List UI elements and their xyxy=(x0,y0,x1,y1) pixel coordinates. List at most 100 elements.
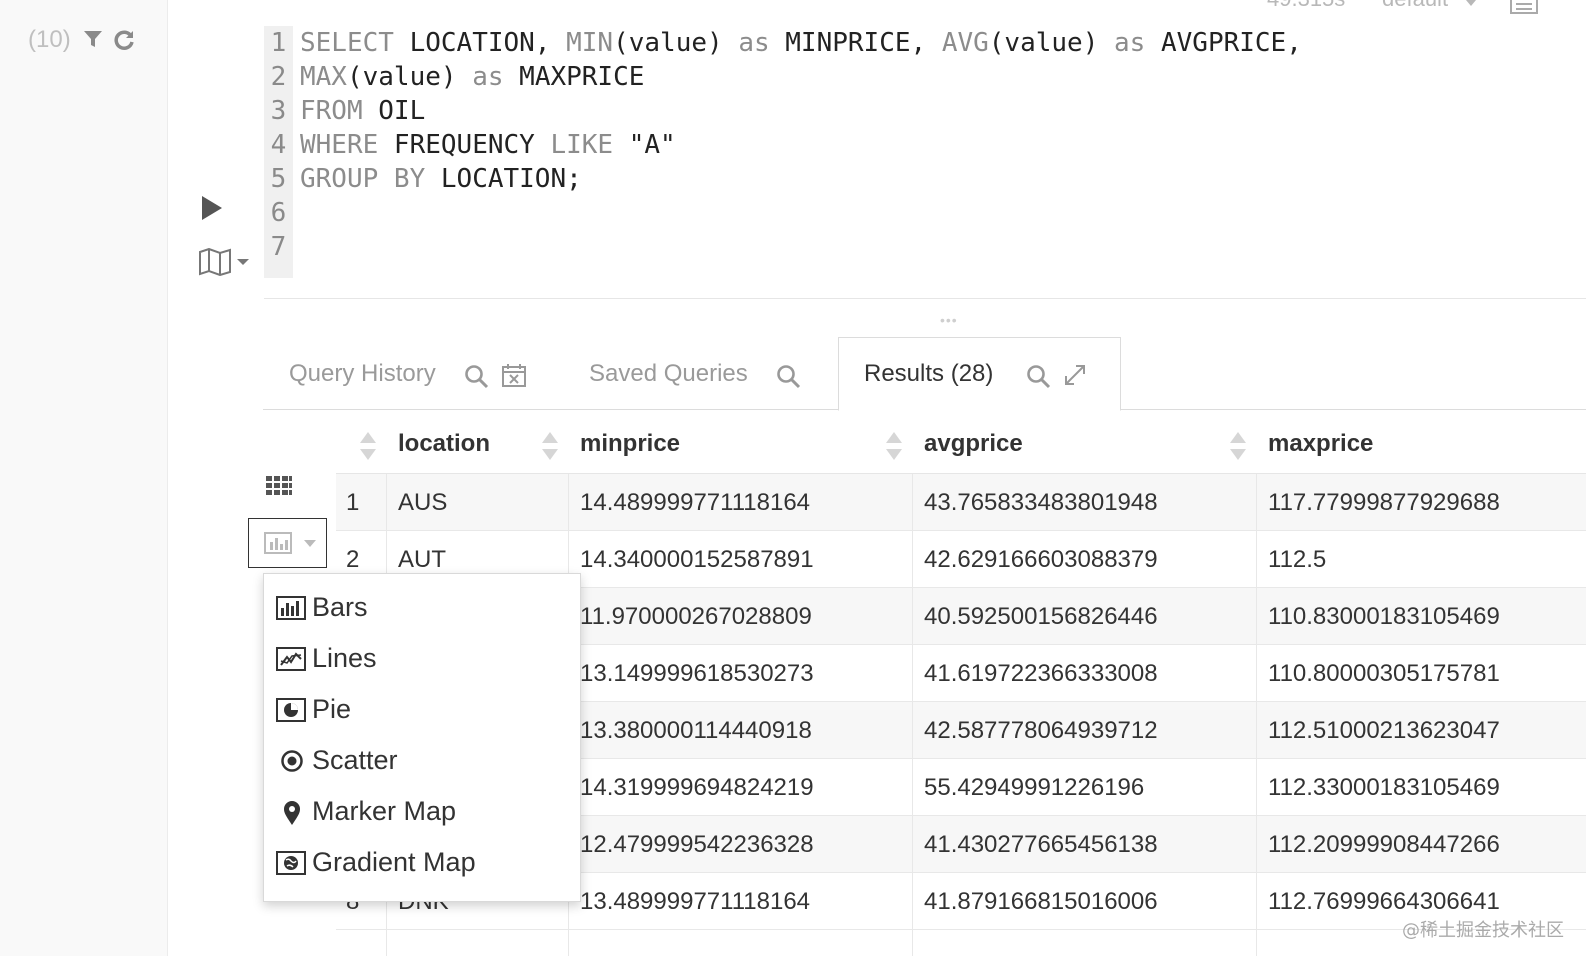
menu-item-scatter[interactable]: Scatter xyxy=(264,737,580,788)
cell-avgprice: 55.42949991226196 xyxy=(924,774,1145,801)
run-query-button[interactable] xyxy=(202,196,222,220)
left-panel: (10) xyxy=(0,0,168,956)
cell-maxprice: 112.5 xyxy=(1268,546,1327,573)
code-text: WHERE FREQUENCY LIKE "A" xyxy=(300,130,676,160)
code-text: SELECT LOCATION, MIN(value) as MINPRICE,… xyxy=(300,28,1302,58)
menu-item-gradient-map[interactable]: Gradient Map xyxy=(264,839,580,890)
pie-chart-icon xyxy=(276,698,306,727)
cell-minprice: 13.380000114440918 xyxy=(580,717,812,744)
result-count: (10) xyxy=(28,26,71,53)
cell-avgprice: 41.879166815016006 xyxy=(924,888,1158,915)
chevron-down-icon[interactable] xyxy=(1466,0,1476,6)
cell-minprice: 14.340000152587891 xyxy=(580,546,814,573)
execution-time: 49.315s xyxy=(1267,0,1345,12)
cell-avgprice: 42.629166603088379 xyxy=(924,546,1158,573)
bar-chart-icon xyxy=(264,532,292,559)
line-number: 7 xyxy=(270,232,287,262)
search-icon[interactable] xyxy=(776,364,802,395)
tab-query-history[interactable]: Query History xyxy=(289,360,436,388)
cell-avgprice: 40.592500156826446 xyxy=(924,603,1158,630)
chevron-down-icon[interactable] xyxy=(237,259,249,265)
code-line: 6 xyxy=(264,196,293,230)
chart-type-button[interactable] xyxy=(248,518,327,568)
expand-icon[interactable] xyxy=(1063,363,1087,392)
menu-item-label: Gradient Map xyxy=(312,847,476,877)
grid-view-icon[interactable] xyxy=(265,475,293,502)
cell-avgprice: 43.765833483801948 xyxy=(924,489,1158,516)
tab-results[interactable]: Results (28) xyxy=(864,360,993,388)
code-line: 3 FROM OIL xyxy=(264,94,426,128)
calendar-icon[interactable] xyxy=(501,362,527,393)
book-icon[interactable] xyxy=(198,247,232,281)
cell-minprice: 11.970000267028809 xyxy=(580,603,812,630)
column-header-location[interactable]: location xyxy=(398,430,490,458)
cell-minprice: 12.479999542236328 xyxy=(580,831,814,858)
cell-avgprice: 41.430277665456138 xyxy=(924,831,1158,858)
bar-chart-icon xyxy=(276,596,306,625)
cell-minprice: 13.149999618530273 xyxy=(580,660,814,687)
sort-icon[interactable] xyxy=(540,430,560,467)
row-index: 1 xyxy=(346,489,360,516)
search-icon[interactable] xyxy=(464,364,490,395)
menu-item-label: Lines xyxy=(312,643,377,673)
line-number: 4 xyxy=(270,130,287,160)
menu-item-bars[interactable]: Bars xyxy=(264,584,580,635)
cell-location: AUT xyxy=(398,546,446,573)
cell-maxprice: 110.83000183105469 xyxy=(1268,603,1500,630)
code-line: 1 SELECT LOCATION, MIN(value) as MINPRICE… xyxy=(264,26,1302,60)
column-header-avgprice[interactable]: avgprice xyxy=(924,430,1023,458)
sort-icon[interactable] xyxy=(884,430,904,467)
cell-minprice: 14.319999694824219 xyxy=(580,774,814,801)
tab-saved-queries[interactable]: Saved Queries xyxy=(589,360,748,388)
sort-icon[interactable] xyxy=(1228,430,1248,467)
column-header-minprice[interactable]: minprice xyxy=(580,430,680,458)
cell-minprice: 14.489999771118164 xyxy=(580,489,811,516)
column-header-maxprice[interactable]: maxprice xyxy=(1268,430,1373,458)
sort-icon[interactable] xyxy=(358,430,378,467)
menu-item-pie[interactable]: Pie xyxy=(264,686,580,737)
line-number: 3 xyxy=(270,96,287,126)
chart-type-menu: Bars Lines Pie Scatter Marker Map Gradie… xyxy=(263,573,581,902)
cell-avgprice: 42.587778064939712 xyxy=(924,717,1158,744)
line-number: 1 xyxy=(270,28,287,58)
cell-maxprice: 112.33000183105469 xyxy=(1268,774,1500,801)
cell-avgprice: 41.619722366333008 xyxy=(924,660,1158,687)
refresh-icon[interactable] xyxy=(112,28,136,57)
code-line: 2 MAX(value) as MAXPRICE xyxy=(264,60,645,94)
menu-item-label: Bars xyxy=(312,592,368,622)
search-icon[interactable] xyxy=(1026,364,1052,395)
line-number: 2 xyxy=(270,62,287,92)
menu-item-marker-map[interactable]: Marker Map xyxy=(264,788,580,839)
sql-editor[interactable]: 1 SELECT LOCATION, MIN(value) as MINPRICE… xyxy=(264,26,1564,278)
watermark: @稀土掘金技术社区 xyxy=(1402,920,1564,941)
table-row[interactable]: 1 AUS 14.489999771118164 43.765833483801… xyxy=(336,474,1586,531)
line-number: 5 xyxy=(270,164,287,194)
column-divider xyxy=(912,474,913,956)
cell-location: AUS xyxy=(398,489,448,516)
cell-minprice: 13.489999771118164 xyxy=(580,888,811,915)
filter-icon[interactable] xyxy=(82,28,104,55)
menu-item-label: Scatter xyxy=(312,745,398,775)
line-number: 6 xyxy=(270,198,287,228)
cell-maxprice: 112.76999664306641 xyxy=(1268,888,1500,915)
code-line: 7 xyxy=(264,230,293,264)
menu-item-lines[interactable]: Lines xyxy=(264,635,580,686)
code-text: FROM OIL xyxy=(300,96,426,126)
gradient-map-icon xyxy=(276,851,306,880)
scatter-icon xyxy=(276,749,306,778)
divider xyxy=(264,298,1586,299)
map-marker-icon xyxy=(276,800,306,831)
column-divider xyxy=(1256,474,1257,956)
code-line: 5 GROUP BY LOCATION; xyxy=(264,162,582,196)
cell-maxprice: 110.80000305175781 xyxy=(1268,660,1500,687)
menu-item-label: Marker Map xyxy=(312,796,457,826)
resize-handle[interactable]: ••• xyxy=(940,312,958,328)
database-selector[interactable]: default xyxy=(1382,0,1448,12)
menu-item-label: Pie xyxy=(312,694,352,724)
row-index: 2 xyxy=(346,546,360,573)
line-chart-icon xyxy=(276,647,306,676)
code-text: MAX(value) as MAXPRICE xyxy=(300,62,645,92)
cell-maxprice: 112.20999908447266 xyxy=(1268,831,1500,858)
document-icon[interactable] xyxy=(1510,0,1538,19)
cell-maxprice: 117.77999877929688 xyxy=(1268,489,1500,516)
